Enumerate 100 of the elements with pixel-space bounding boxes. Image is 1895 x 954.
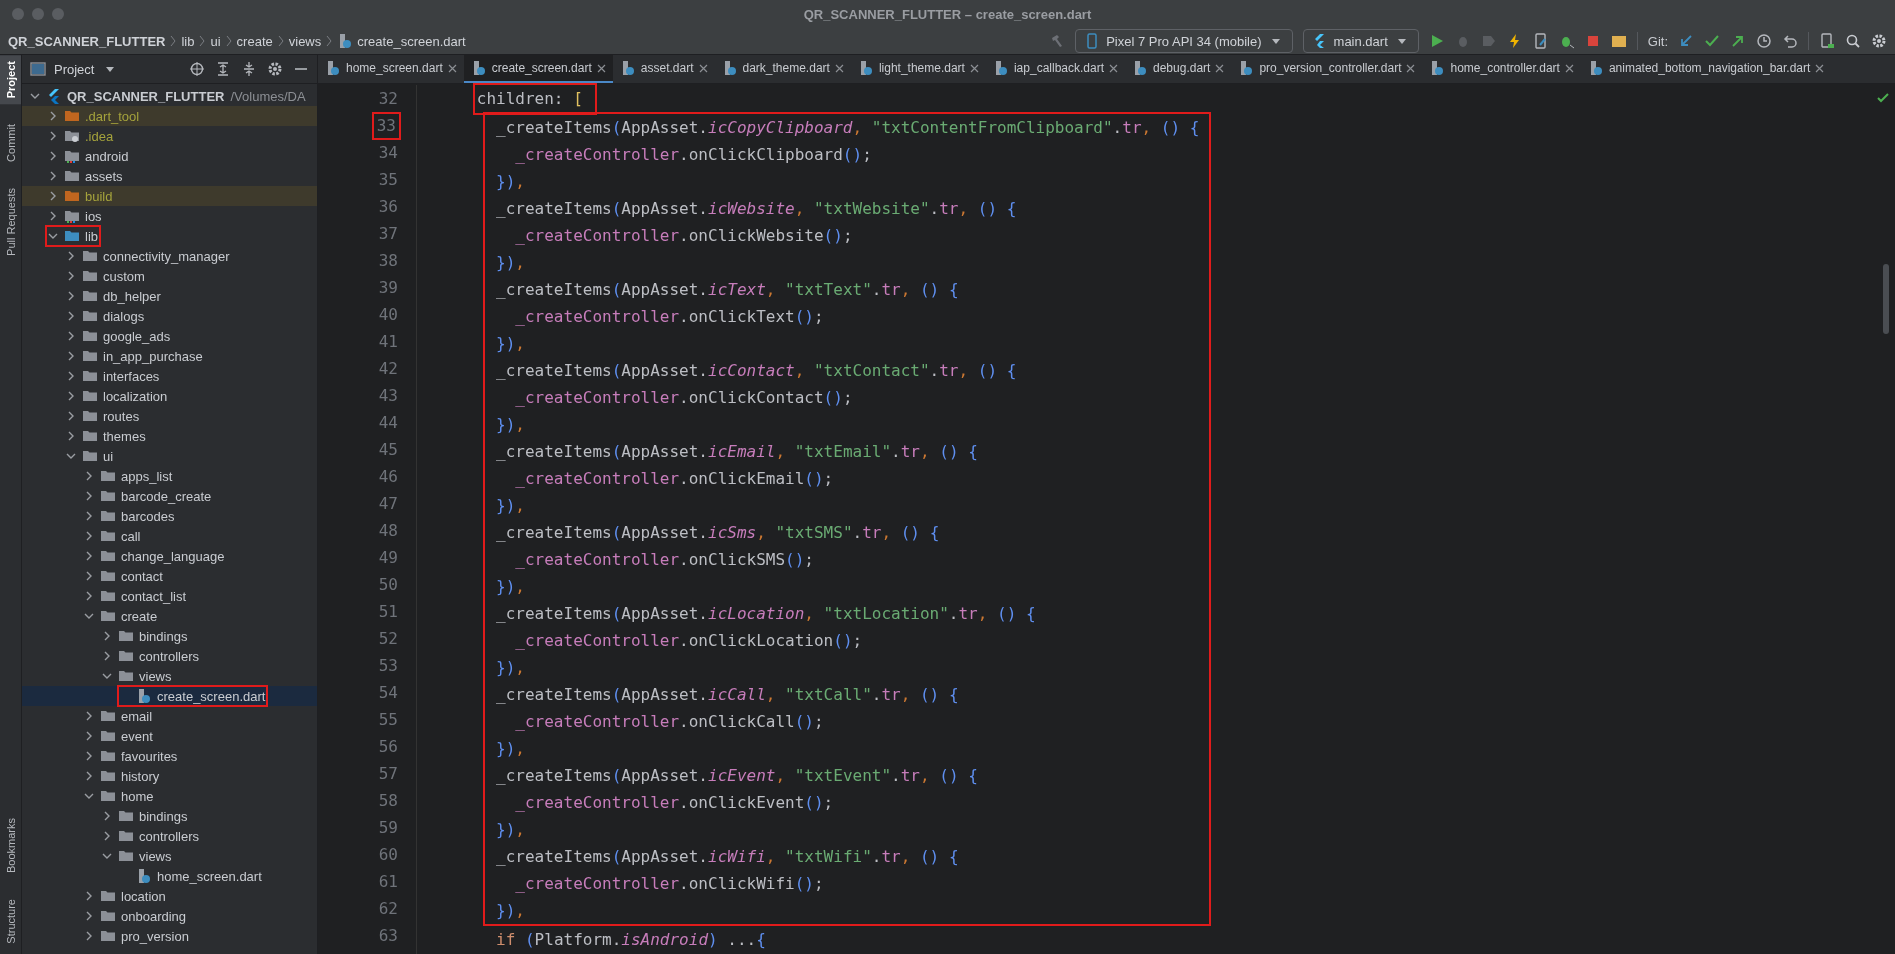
close-icon[interactable] (1215, 63, 1225, 73)
tree-row[interactable]: location (22, 886, 317, 906)
tree-item-label[interactable]: interfaces (103, 368, 160, 384)
selected-tree-row[interactable]: create_screen.dart (22, 686, 317, 706)
editor-tab[interactable]: light_theme.dart (850, 55, 986, 83)
tool-window-tab[interactable]: Structure (0, 893, 21, 950)
chevron-icon[interactable] (84, 791, 94, 801)
chevron-icon[interactable] (102, 851, 112, 861)
tree-item-label[interactable]: views (139, 668, 172, 684)
chevron-icon[interactable] (66, 291, 76, 301)
tree-row[interactable]: call (22, 526, 317, 546)
chevron-icon[interactable] (66, 311, 76, 321)
tree-item-label[interactable]: custom (103, 268, 145, 284)
tree-item-label[interactable]: controllers (139, 648, 199, 664)
tree-row[interactable]: favourites (22, 746, 317, 766)
tree-row[interactable]: bindings (22, 806, 317, 826)
expand-all-icon[interactable] (215, 61, 231, 77)
chevron-icon[interactable] (48, 131, 58, 141)
tree-row[interactable]: barcode_create (22, 486, 317, 506)
chevron-icon[interactable] (66, 451, 76, 461)
breadcrumb[interactable]: ui (210, 33, 221, 49)
chevron-icon[interactable] (102, 831, 112, 841)
tree-row[interactable]: history (22, 766, 317, 786)
tree-item-label[interactable]: call (121, 528, 141, 544)
tree-row[interactable]: db_helper (22, 286, 317, 306)
tree-item-label[interactable]: apps_list (121, 468, 173, 484)
close-icon[interactable] (969, 63, 979, 73)
tree-row[interactable]: barcodes (22, 506, 317, 526)
editor-tab[interactable]: asset.dart (612, 55, 715, 83)
tree-row[interactable]: onboarding (22, 906, 317, 926)
settings-icon[interactable] (267, 61, 283, 77)
tree-item-label[interactable]: connectivity_manager (103, 248, 230, 264)
chevron-icon[interactable] (84, 751, 94, 761)
tree-item-label[interactable]: android (85, 148, 129, 164)
chevron-icon[interactable] (84, 571, 94, 581)
tree-row[interactable]: home (22, 786, 317, 806)
chevron-icon[interactable] (66, 331, 76, 341)
editor-tab[interactable]: animated_bottom_navigation_bar.dart (1580, 55, 1832, 83)
scrollbar[interactable] (1883, 264, 1889, 334)
chevron-icon[interactable] (102, 651, 112, 661)
tree-item-label[interactable]: in_app_purchase (103, 348, 203, 364)
tree-row[interactable]: views (22, 666, 317, 686)
close-icon[interactable] (698, 63, 708, 73)
chevron-icon[interactable] (84, 911, 94, 921)
run-configuration-selector[interactable]: main.dart (1302, 29, 1419, 53)
tree-item-label[interactable]: QR_SCANNER_FLUTTER (67, 88, 225, 104)
tree-item-label[interactable]: .dart_tool (85, 108, 140, 124)
tree-item-label[interactable]: pro_version (121, 928, 189, 944)
close-icon[interactable] (1406, 63, 1416, 73)
tree-item-label[interactable]: change_language (121, 548, 225, 564)
tree-item-label[interactable]: contact (121, 568, 163, 584)
close-icon[interactable] (1815, 63, 1825, 73)
chevron-icon[interactable] (102, 631, 112, 641)
chevron-icon[interactable] (66, 351, 76, 361)
tree-row[interactable]: localization (22, 386, 317, 406)
chevron-icon[interactable] (84, 511, 94, 521)
tree-row[interactable]: controllers (22, 826, 317, 846)
tree-row[interactable]: lib (22, 226, 317, 246)
settings-icon[interactable] (1871, 33, 1887, 49)
tree-row[interactable]: contact (22, 566, 317, 586)
chevron-icon[interactable] (84, 731, 94, 741)
tree-item-label[interactable]: bindings (139, 808, 188, 824)
editor-tab[interactable]: home_screen.dart (318, 55, 464, 83)
tree-row[interactable]: apps_list (22, 466, 317, 486)
tree-item-label[interactable]: event (121, 728, 153, 744)
close-icon[interactable] (1109, 63, 1118, 73)
tree-item-label[interactable]: location (121, 888, 166, 904)
target-icon[interactable] (189, 61, 205, 77)
tree-row[interactable]: themes (22, 426, 317, 446)
tree-row[interactable]: home_screen.dart (22, 866, 317, 886)
chevron-icon[interactable] (102, 671, 112, 681)
chevron-icon[interactable] (84, 471, 94, 481)
editor-tab[interactable]: dark_theme.dart (714, 55, 851, 83)
chevron-icon[interactable] (84, 891, 94, 901)
chevron-icon[interactable] (66, 431, 76, 441)
chevron-icon[interactable] (84, 931, 94, 941)
editor-tab[interactable]: home_controller.dart (1422, 55, 1581, 83)
chevron-icon[interactable] (84, 531, 94, 541)
chevron-icon[interactable] (48, 111, 58, 121)
tree-item-label[interactable]: views (139, 848, 172, 864)
editor-tab[interactable]: debug.dart (1125, 55, 1232, 83)
editor-tab[interactable]: create_screen.dart (463, 55, 613, 83)
tree-item-label[interactable]: themes (103, 428, 146, 444)
editor-tab[interactable]: iap_callback.dart (985, 55, 1125, 83)
close-icon[interactable] (1564, 63, 1574, 73)
tree-item-label[interactable]: .idea (85, 128, 114, 144)
tree-item-label[interactable]: email (121, 708, 153, 724)
chevron-icon[interactable] (84, 491, 94, 501)
tree-row[interactable]: ui (22, 446, 317, 466)
tree-item-label[interactable]: contact_list (121, 588, 187, 604)
device-icon[interactable] (1819, 33, 1835, 49)
tree-row[interactable]: change_language (22, 546, 317, 566)
chevron-icon[interactable] (48, 231, 58, 241)
tree-item-label[interactable]: create_screen.dart (157, 688, 266, 704)
chevron-icon[interactable] (66, 271, 76, 281)
tree-row[interactable]: contact_list (22, 586, 317, 606)
tree-row[interactable]: create (22, 606, 317, 626)
tree-item-label[interactable]: db_helper (103, 288, 161, 304)
tree-row[interactable]: build (22, 186, 317, 206)
tree-item-label[interactable]: google_ads (103, 328, 171, 344)
